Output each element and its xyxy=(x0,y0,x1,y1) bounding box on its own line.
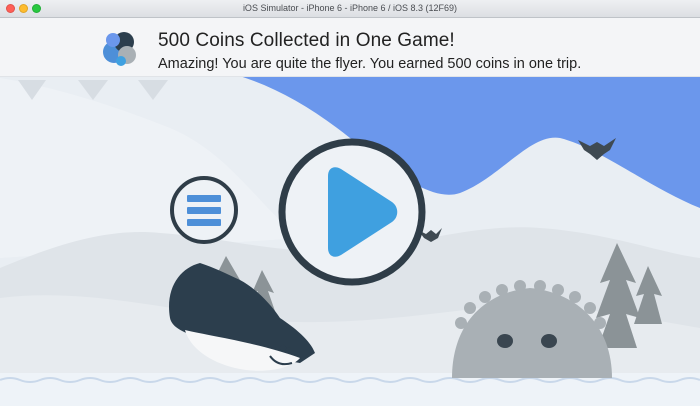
svg-text:+: + xyxy=(286,344,292,355)
notification-title: 500 Coins Collected in One Game! xyxy=(158,30,455,51)
hamburger-menu-icon xyxy=(187,195,221,226)
app-icon-bubbles xyxy=(103,32,136,66)
notification-banner[interactable]: 500 Coins Collected in One Game! Amazing… xyxy=(0,18,700,77)
notification-message: Amazing! You are quite the flyer. You ea… xyxy=(158,56,582,72)
hill-left xyxy=(0,78,300,258)
window-titlebar: iOS Simulator - iPhone 6 - iPhone 6 / iO… xyxy=(0,0,700,18)
menu-button[interactable] xyxy=(168,174,240,246)
window-title: iOS Simulator - iPhone 6 - iPhone 6 / iO… xyxy=(242,3,458,13)
play-button[interactable] xyxy=(276,136,428,288)
